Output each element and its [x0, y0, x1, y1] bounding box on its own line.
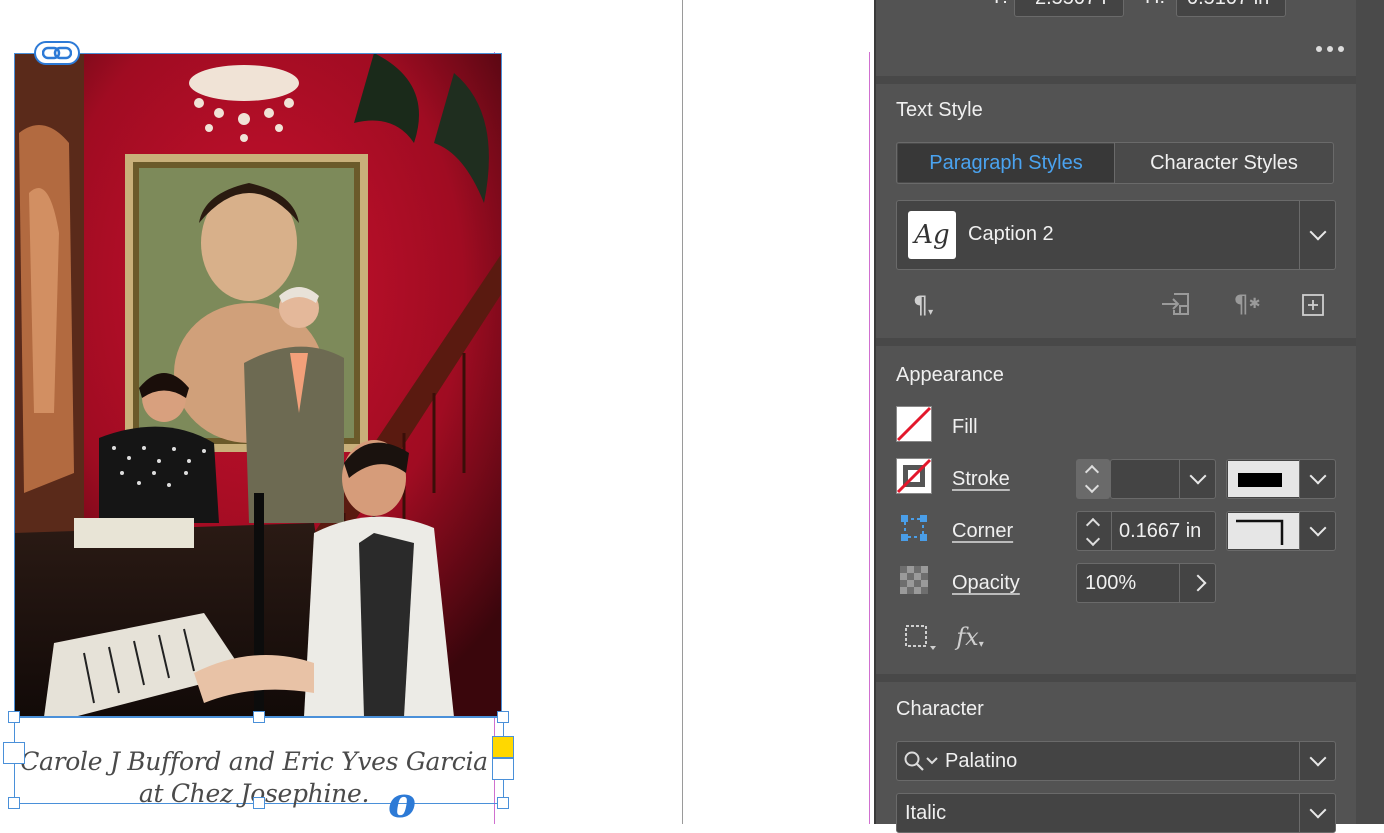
font-style-dropdown[interactable]: Italic [896, 793, 1336, 833]
out-port-overset[interactable] [492, 736, 514, 758]
stepper-down-icon[interactable] [1085, 531, 1101, 547]
stepper-down-icon[interactable] [1084, 478, 1100, 494]
font-family-dropdown[interactable]: Palatino [896, 741, 1336, 781]
section-divider [876, 338, 1356, 346]
stroke-weight-field[interactable] [1110, 459, 1216, 499]
opacity-label[interactable]: Opacity [952, 572, 1020, 595]
photo-frame[interactable] [14, 53, 502, 717]
font-search-icon[interactable] [903, 750, 939, 772]
corner-size-field[interactable]: 0.1667 in [1076, 511, 1216, 551]
stroke-type-preview [1228, 461, 1300, 497]
tab-paragraph-styles[interactable]: Paragraph Styles [898, 144, 1114, 182]
section-divider [876, 674, 1356, 682]
page-edge-guide [682, 0, 683, 824]
more-options-icon[interactable] [1312, 38, 1348, 60]
panel-scrollbar[interactable] [1356, 0, 1384, 824]
style-tabs: Paragraph Styles Character Styles [896, 142, 1334, 184]
opacity-field[interactable]: 100% [1076, 563, 1216, 603]
stepper-up-icon[interactable] [1084, 464, 1100, 480]
font-family-value: Palatino [945, 750, 1018, 772]
pilcrow-menu-icon[interactable]: ¶ ▾ [906, 290, 940, 320]
chevron-down-icon[interactable] [1179, 460, 1215, 498]
text-style-title: Text Style [896, 99, 983, 121]
in-port-handle[interactable] [3, 742, 25, 764]
corner-stepper[interactable] [1077, 512, 1112, 550]
stepper-up-icon[interactable] [1085, 517, 1101, 533]
font-style-value: Italic [905, 802, 947, 824]
document-canvas[interactable]: Carole J Bufford and Eric Yves Garcia at… [0, 0, 874, 824]
selection-handle-bm[interactable] [253, 797, 265, 809]
stroke-weight-stepper[interactable] [1076, 459, 1110, 499]
stroke-swatch-icon[interactable] [896, 458, 932, 494]
fill-label: Fill [952, 416, 978, 438]
h-field[interactable]: 0.5107 in [1176, 0, 1286, 17]
selection-handle-mr[interactable] [492, 758, 514, 780]
corner-shape-dropdown[interactable] [1226, 511, 1336, 551]
y-field[interactable]: 2.5507 i [1014, 0, 1124, 17]
chevron-right-icon[interactable] [1179, 564, 1215, 602]
chevron-down-icon[interactable] [1299, 742, 1335, 780]
square-corner-icon [1236, 519, 1284, 545]
style-preview-icon: Ag [908, 211, 956, 259]
panel-edge [874, 0, 876, 824]
corner-options-icon[interactable] [898, 512, 930, 544]
y-label: Y: [990, 0, 1008, 9]
h-value: 0.5107 in [1187, 0, 1269, 10]
chevron-down-icon[interactable] [1299, 512, 1335, 550]
stroke-label[interactable]: Stroke [952, 468, 1010, 491]
chevron-down-icon[interactable] [1299, 201, 1335, 269]
drop-shadow-icon[interactable] [900, 620, 940, 654]
appearance-title: Appearance [896, 364, 1004, 386]
selection-handle-bl[interactable] [8, 797, 20, 809]
selection-handle-tm[interactable] [253, 711, 265, 723]
overset-indicator: o [388, 778, 417, 824]
fill-swatch-icon[interactable] [896, 406, 932, 442]
selection-handle-tr[interactable] [497, 711, 509, 723]
selection-handle-tl[interactable] [8, 711, 20, 723]
paragraph-style-dropdown[interactable]: Ag Caption 2 [896, 200, 1336, 270]
content-grabber-link-icon[interactable] [34, 41, 80, 65]
y-value: 2.5507 i [1035, 0, 1106, 10]
margin-guide [869, 52, 870, 824]
stroke-type-dropdown[interactable] [1226, 459, 1336, 499]
corner-label[interactable]: Corner [952, 520, 1013, 543]
character-title: Character [896, 698, 984, 720]
solid-line-icon [1238, 473, 1282, 487]
opacity-checker-icon [898, 564, 930, 596]
tab-character-styles[interactable]: Character Styles [1115, 144, 1333, 182]
chevron-down-icon[interactable] [1299, 794, 1335, 832]
cabaret-photo [14, 53, 502, 717]
clear-overrides-icon[interactable]: ¶ ✱ [1228, 288, 1266, 320]
h-label: H: [1145, 0, 1165, 9]
corner-size-value: 0.1667 in [1119, 520, 1202, 542]
effects-fx-icon[interactable]: fx ▾ [950, 620, 990, 654]
section-divider [876, 76, 1356, 84]
corner-shape-preview [1228, 513, 1300, 549]
selection-handle-br[interactable] [497, 797, 509, 809]
opacity-value: 100% [1085, 572, 1137, 594]
chevron-down-icon[interactable] [1299, 460, 1335, 498]
apply-style-icon[interactable] [1158, 288, 1194, 320]
new-style-icon[interactable] [1298, 290, 1328, 320]
selected-style-name: Caption 2 [968, 223, 1054, 245]
